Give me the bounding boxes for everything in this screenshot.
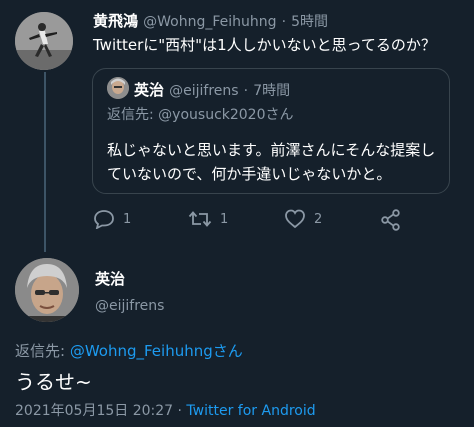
reply-footer: 2021年05月15日 20:27 · Twitter for Android (15, 400, 316, 420)
thread-line (44, 72, 46, 252)
quoted-author-handle: @eijifrens (169, 83, 239, 99)
reply-count: 1 (123, 211, 132, 227)
client-link[interactable]: Twitter for Android (186, 403, 315, 419)
person-photo-icon (15, 258, 79, 322)
retweet-icon (188, 211, 212, 227)
reply-icon (94, 210, 114, 229)
quoted-reply-to: 返信先: @yousuck2020さん (107, 104, 294, 124)
tweet-time[interactable]: 5時間 (291, 14, 328, 30)
tweet-text: Twitterに"西村"は1人しかいないと思ってるのか？ (93, 36, 436, 54)
tweet-header: 黄飛鴻 @Wohng_Feihuhng · 5時間 (93, 10, 328, 31)
retweet-action[interactable]: 1 (188, 209, 228, 229)
quoted-author-avatar (107, 77, 129, 99)
author-avatar[interactable] (15, 12, 73, 70)
share-action[interactable] (380, 209, 402, 231)
like-count: 2 (314, 211, 323, 227)
retweet-count: 1 (220, 211, 229, 227)
quoted-tweet-text: 私じゃないと思います。前澤さんにそんな提案していないので、何か手違いじゃないかと… (107, 141, 436, 183)
reply-to-handle-link[interactable]: @Wohng_Feihuhngさん (70, 342, 243, 360)
heart-icon (285, 209, 305, 229)
reply-timestamp-separator: · (177, 403, 182, 419)
share-icon (381, 209, 400, 231)
quoted-tweet-header: 英治 @eijifrens · 7時間 (134, 79, 290, 100)
reply-author-avatar[interactable] (15, 258, 79, 322)
quoted-tweet-time: 7時間 (253, 83, 291, 99)
quoted-author-name: 英治 (134, 81, 165, 99)
reply-to-prefix: 返信先: (15, 342, 70, 360)
quoted-reply-prefix: 返信先: (107, 107, 159, 123)
reply-text: うるせ~ (15, 370, 92, 394)
quoted-reply-handle: @yousuck2020さん (158, 107, 294, 123)
reply-to: 返信先: @Wohng_Feihuhngさん (15, 340, 243, 361)
quoted-time-separator: · (243, 83, 249, 99)
author-name[interactable]: 黄飛鴻 (93, 12, 138, 30)
author-handle[interactable]: @Wohng_Feihuhng (143, 14, 276, 30)
reply-action[interactable]: 1 (93, 209, 131, 229)
martial-artist-photo-icon (15, 12, 73, 70)
reply-author-name[interactable]: 英治 (95, 268, 125, 289)
time-separator: · (281, 14, 287, 30)
like-action[interactable]: 2 (284, 209, 322, 229)
reply-author-handle[interactable]: @eijifrens (95, 298, 164, 314)
person-photo-icon (107, 77, 129, 99)
reply-timestamp[interactable]: 2021年05月15日 20:27 (15, 403, 173, 419)
